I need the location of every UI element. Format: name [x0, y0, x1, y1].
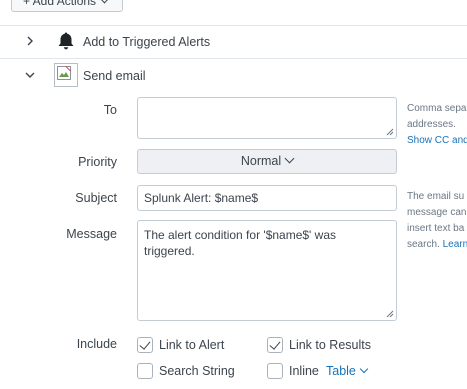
subject-value: Splunk Alert: $name$: [144, 191, 259, 205]
chevron-down-icon[interactable]: [24, 69, 36, 81]
checkmark-icon: [269, 338, 281, 350]
to-label: To: [103, 103, 117, 117]
checkbox-label: Link to Results: [289, 338, 371, 352]
link-to-results-checkbox[interactable]: [267, 337, 283, 353]
link-to-alert-checkbox[interactable]: [137, 337, 153, 353]
chevron-down-icon: [359, 364, 369, 374]
checkbox-label: Link to Alert: [159, 338, 225, 352]
add-actions-button[interactable]: + Add Actions: [11, 0, 123, 12]
priority-label: Priority: [78, 155, 117, 169]
include-link-to-results[interactable]: Link to Results: [267, 336, 387, 354]
action-row-send-email[interactable]: Send email: [0, 59, 467, 91]
inline-format-value: Table: [326, 364, 356, 378]
checkmark-icon: [139, 338, 151, 350]
search-string-checkbox[interactable]: [137, 363, 153, 379]
broken-image-icon: [54, 63, 78, 87]
include-search-string[interactable]: Search String: [137, 362, 247, 380]
add-actions-label: + Add Actions: [23, 0, 97, 8]
include-inline[interactable]: Inline: [267, 362, 327, 380]
action-label: Send email: [83, 69, 146, 83]
inline-checkbox[interactable]: [267, 363, 283, 379]
priority-select[interactable]: Normal: [137, 149, 397, 174]
action-row-triggered-alerts[interactable]: Add to Triggered Alerts: [0, 26, 467, 58]
learn-more-link[interactable]: Learn: [443, 239, 467, 250]
to-field[interactable]: [137, 97, 397, 139]
resize-grip-icon[interactable]: [386, 128, 394, 136]
to-help-text: Comma sepa addresses. Show CC and: [407, 103, 467, 146]
subject-help-text: The email su message can insert text ba …: [407, 191, 467, 250]
chevron-down-icon: [99, 0, 110, 4]
checkbox-label: Search String: [159, 364, 235, 378]
chevron-right-icon[interactable]: [24, 35, 36, 47]
action-label: Add to Triggered Alerts: [83, 35, 211, 49]
message-value: The alert condition for '$name$' was tri…: [144, 228, 337, 258]
inline-format-dropdown[interactable]: Table: [326, 364, 369, 378]
resize-grip-icon[interactable]: [386, 310, 394, 318]
include-link-to-alert[interactable]: Link to Alert: [137, 336, 247, 354]
subject-field[interactable]: Splunk Alert: $name$: [137, 185, 397, 211]
priority-value: Normal: [240, 154, 282, 168]
subject-label: Subject: [75, 191, 117, 205]
bell-icon: [58, 32, 74, 50]
chevron-down-icon: [284, 153, 295, 164]
show-cc-bcc-link[interactable]: Show CC and: [407, 135, 467, 146]
message-field[interactable]: The alert condition for '$name$' was tri…: [137, 220, 397, 321]
include-label: Include: [76, 337, 117, 351]
message-label: Message: [66, 227, 117, 241]
checkbox-label: Inline: [289, 364, 319, 378]
